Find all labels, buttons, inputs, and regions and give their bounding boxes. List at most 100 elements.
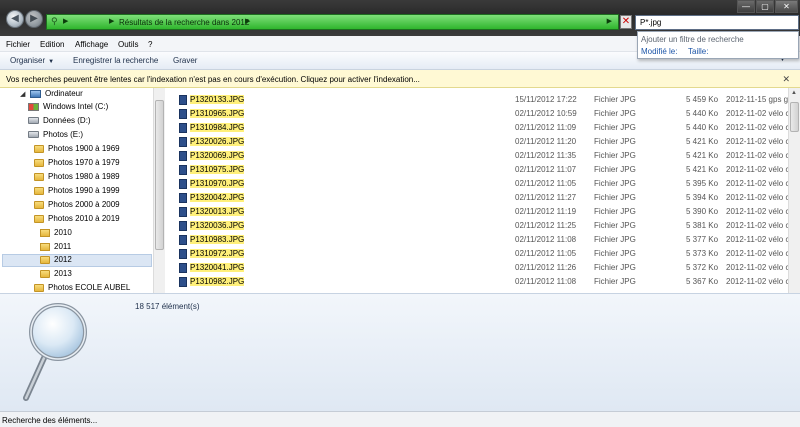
tree-item-drive-e[interactable]: Photos (E:) bbox=[28, 130, 83, 143]
tree-item-folder[interactable]: Photos 1980 à 1989 bbox=[34, 172, 120, 185]
tree-item-folder[interactable]: Photos ECOLE AUBEL bbox=[34, 283, 130, 293]
file-size: 5 395 Ko bbox=[686, 179, 719, 188]
burn-button[interactable]: Graver bbox=[173, 56, 197, 65]
forward-button[interactable]: ▶ bbox=[25, 10, 43, 28]
scrollbar-thumb[interactable] bbox=[155, 100, 164, 250]
file-date: 02/11/2012 11:25 bbox=[515, 221, 577, 230]
file-row[interactable]: P1320026.JPG 02/11/2012 11:20 Fichier JPG 5… bbox=[165, 136, 788, 149]
file-name: P1320013.JPG bbox=[190, 207, 245, 216]
chevron-right-icon[interactable]: ▶ bbox=[109, 17, 114, 25]
locked-folder-icon bbox=[40, 242, 50, 251]
tree-item-selected-2012[interactable]: 2012 bbox=[2, 254, 152, 267]
dropdown-caret-icon: ▼ bbox=[48, 59, 55, 65]
computer-icon bbox=[30, 89, 41, 98]
tree-item-folder[interactable]: Photos 1900 à 1969 bbox=[34, 144, 120, 157]
tree-item-folder[interactable]: 2010 bbox=[40, 228, 72, 241]
file-type: Fichier JPG bbox=[594, 123, 636, 132]
file-row[interactable]: P1310982.JPG 02/11/2012 11:08 Fichier JPG 5… bbox=[165, 276, 788, 289]
file-description: 2012-11-02 vélo chara bbox=[726, 235, 788, 244]
arrow-left-icon: ◀ bbox=[11, 13, 19, 24]
file-size: 5 421 Ko bbox=[686, 165, 719, 174]
menu-file[interactable]: Fichier bbox=[6, 40, 30, 49]
file-row[interactable]: P1320036.JPG 02/11/2012 11:25 Fichier JPG 5… bbox=[165, 220, 788, 233]
menu-help[interactable]: ? bbox=[148, 40, 152, 49]
file-row[interactable]: P1310984.JPG 02/11/2012 11:09 Fichier JPG 5… bbox=[165, 122, 788, 135]
minimize-button[interactable]: — bbox=[737, 0, 755, 13]
file-row[interactable]: P1320042.JPG 02/11/2012 11:27 Fichier JPG 5… bbox=[165, 192, 788, 205]
file-row[interactable]: P1320013.JPG 02/11/2012 11:19 Fichier JPG 5… bbox=[165, 206, 788, 219]
file-name: P1310970.JPG bbox=[190, 179, 245, 188]
menu-tools[interactable]: Outils bbox=[118, 40, 138, 49]
close-infobar-icon[interactable]: ✕ bbox=[782, 74, 790, 85]
file-date: 02/11/2012 11:08 bbox=[515, 235, 577, 244]
organize-button[interactable]: Organiser ▼ bbox=[10, 56, 54, 65]
save-search-button[interactable]: Enregistrer la recherche bbox=[73, 56, 158, 65]
file-name: P1320041.JPG bbox=[190, 263, 245, 272]
file-row[interactable]: P1320069.JPG 02/11/2012 11:35 Fichier JPG 5… bbox=[165, 150, 788, 163]
file-row[interactable]: P1310970.JPG 02/11/2012 11:05 Fichier JPG 5… bbox=[165, 178, 788, 191]
file-list-scrollbar[interactable]: ▲ bbox=[788, 88, 800, 293]
file-row[interactable]: P1310965.JPG 02/11/2012 10:59 Fichier JPG 5… bbox=[165, 108, 788, 121]
file-description: 2012-11-02 vélo chara bbox=[726, 165, 788, 174]
chevron-right-icon: ▶ bbox=[63, 18, 69, 25]
status-bar: Recherche des éléments... bbox=[0, 411, 800, 427]
close-window-button[interactable]: ✕ bbox=[775, 0, 798, 13]
breadcrumb-search-results[interactable]: Résultats de la recherche dans 2012 bbox=[119, 18, 249, 27]
file-date: 15/11/2012 17:22 bbox=[515, 95, 577, 104]
file-name: P1320133.JPG bbox=[190, 95, 245, 104]
folder-icon bbox=[34, 200, 44, 209]
file-row[interactable]: P1320133.JPG 15/11/2012 17:22 Fichier JPG 5… bbox=[165, 94, 788, 107]
folder-icon bbox=[34, 214, 44, 223]
back-button[interactable]: ◀ bbox=[6, 10, 24, 28]
search-input[interactable] bbox=[635, 15, 799, 30]
file-date: 02/11/2012 11:09 bbox=[515, 123, 577, 132]
file-description: 2012-11-02 vélo chara bbox=[726, 277, 788, 286]
status-text: Recherche des éléments... bbox=[2, 416, 98, 425]
clear-search-button[interactable]: ✕ bbox=[620, 15, 632, 29]
chevron-right-icon[interactable]: ▶ bbox=[245, 17, 250, 25]
folder-icon bbox=[34, 172, 44, 181]
magnifier-icon bbox=[23, 303, 87, 401]
file-type: Fichier JPG bbox=[594, 193, 636, 202]
tree-item-folder[interactable]: Photos 2000 à 2009 bbox=[34, 200, 120, 213]
file-row[interactable]: P1310983.JPG 02/11/2012 11:08 Fichier JPG 5… bbox=[165, 234, 788, 247]
expand-arrow-icon[interactable]: ◢ bbox=[20, 90, 25, 98]
filter-modified-date[interactable]: Modifié le: bbox=[641, 47, 677, 56]
file-size: 5 421 Ko bbox=[686, 151, 719, 160]
indexing-message[interactable]: Vos recherches peuvent être lentes car l… bbox=[6, 75, 420, 84]
tree-item-computer[interactable]: Ordinateur bbox=[30, 89, 83, 102]
file-row[interactable]: P1310975.JPG 02/11/2012 11:07 Fichier JPG 5… bbox=[165, 164, 788, 177]
tree-item-folder[interactable]: Photos 2010 à 2019 bbox=[34, 214, 120, 227]
indexing-info-bar[interactable]: Vos recherches peuvent être lentes car l… bbox=[0, 70, 800, 88]
file-date: 02/11/2012 11:26 bbox=[515, 263, 577, 272]
navigation-scrollbar[interactable] bbox=[153, 88, 165, 293]
menu-edit[interactable]: Edition bbox=[40, 40, 64, 49]
menu-view[interactable]: Affichage bbox=[75, 40, 108, 49]
close-icon: ✕ bbox=[621, 16, 631, 27]
tree-item-folder[interactable]: Photos 1990 à 1999 bbox=[34, 186, 120, 199]
file-date: 02/11/2012 11:20 bbox=[515, 137, 577, 146]
jpg-file-icon bbox=[179, 263, 187, 273]
file-date: 02/11/2012 10:59 bbox=[515, 109, 577, 118]
address-bar[interactable]: ⚲ ▶ ▶ Résultats de la recherche dans 201… bbox=[46, 14, 619, 30]
file-name: P1320069.JPG bbox=[190, 151, 245, 160]
tree-item-folder[interactable]: 2013 bbox=[40, 269, 72, 282]
tree-item-drive-d[interactable]: Données (D:) bbox=[28, 116, 91, 129]
address-dropdown-icon[interactable]: ▶ bbox=[607, 17, 612, 25]
scrollbar-thumb[interactable] bbox=[790, 102, 799, 132]
tree-item-folder[interactable]: Photos 1970 à 1979 bbox=[34, 158, 120, 171]
file-date: 02/11/2012 11:07 bbox=[515, 165, 577, 174]
jpg-file-icon bbox=[179, 151, 187, 161]
jpg-file-icon bbox=[179, 207, 187, 217]
scroll-up-icon[interactable]: ▲ bbox=[791, 90, 797, 96]
file-date: 02/11/2012 11:05 bbox=[515, 249, 577, 258]
file-row[interactable]: P1320041.JPG 02/11/2012 11:26 Fichier JPG 5… bbox=[165, 262, 788, 275]
file-name: P1310965.JPG bbox=[190, 109, 245, 118]
search-filter-dropdown: Ajouter un filtre de recherche Modifié l… bbox=[637, 31, 799, 59]
file-description: 2012-11-02 vélo chara bbox=[726, 207, 788, 216]
tree-item-drive-c[interactable]: Windows Intel (C:) bbox=[28, 102, 108, 115]
file-row[interactable]: P1310972.JPG 02/11/2012 11:05 Fichier JPG 5… bbox=[165, 248, 788, 261]
file-size: 5 390 Ko bbox=[686, 207, 719, 216]
filter-size[interactable]: Taille: bbox=[688, 47, 708, 56]
maximize-button[interactable]: ▢ bbox=[756, 0, 774, 13]
